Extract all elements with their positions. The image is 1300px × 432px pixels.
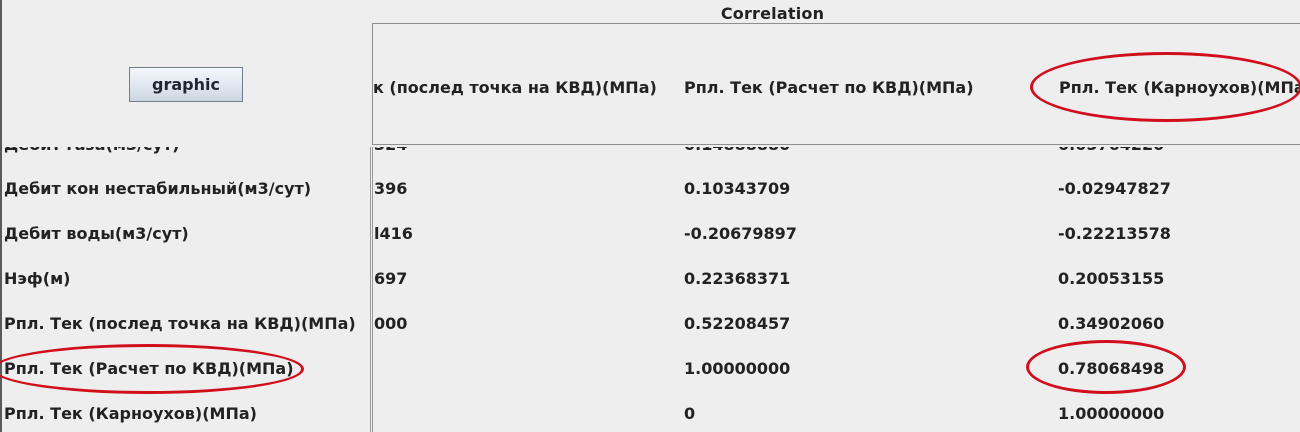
table-title: Correlation — [720, 4, 825, 23]
table-cell: 0.14888880 — [684, 147, 790, 155]
column-header-group: к (послед точка на КВД)(МПа) Рпл. Тек (Р… — [372, 23, 1300, 145]
table-cell: 1.00000000 — [1058, 404, 1165, 423]
table-cell: -0.22213578 — [1058, 224, 1171, 243]
table-cell: -0.02947827 — [1058, 179, 1171, 198]
column-header-2[interactable]: Рпл. Тек (Расчет по КВД)(МПа) — [684, 78, 974, 97]
table-cell: 0.34902060 — [1058, 314, 1165, 333]
row-label: Нэф(м) — [4, 269, 71, 288]
row-label: Рпл. Тек (Карноухов)(МПа) — [4, 404, 257, 423]
table-cell: 000 — [374, 314, 408, 333]
graphic-button[interactable]: graphic — [129, 67, 243, 102]
table-cell: 0.20053155 — [1058, 269, 1165, 288]
table-cell: 1.00000000 — [684, 359, 791, 378]
correlation-table: Дебит газа(м3/сут) 324 0.14888880 0.0576… — [0, 147, 1300, 432]
table-cell: 0 — [684, 404, 696, 423]
table-cell: 396 — [374, 179, 408, 198]
table-cell: l416 — [374, 224, 413, 243]
row-label: Дебит газа(м3/сут) — [4, 147, 179, 155]
row-label: Рпл. Тек (послед точка на КВД)(МПа) — [4, 314, 356, 333]
row-label: Дебит кон нестабильный(м3/сут) — [4, 179, 312, 198]
table-cell: -0.20679897 — [684, 224, 797, 243]
table-cell: 0.52208457 — [684, 314, 791, 333]
table-cell: 324 — [374, 147, 407, 155]
row-label: Дебит воды(м3/сут) — [4, 224, 189, 243]
row-label: Рпл. Тек (Расчет по КВД)(МПа) — [4, 359, 294, 378]
column-header-1[interactable]: к (послед точка на КВД)(МПа) — [373, 78, 657, 97]
table-cell: 0.05764220 — [1058, 147, 1164, 155]
column-header-3[interactable]: Рпл. Тек (Карноухов)(МПа) — [1059, 78, 1300, 97]
table-cell: 0.22368371 — [684, 269, 791, 288]
table-cell: 0.78068498 — [1058, 359, 1165, 378]
table-cell: 697 — [374, 269, 408, 288]
table-cell: 0.10343709 — [684, 179, 791, 198]
